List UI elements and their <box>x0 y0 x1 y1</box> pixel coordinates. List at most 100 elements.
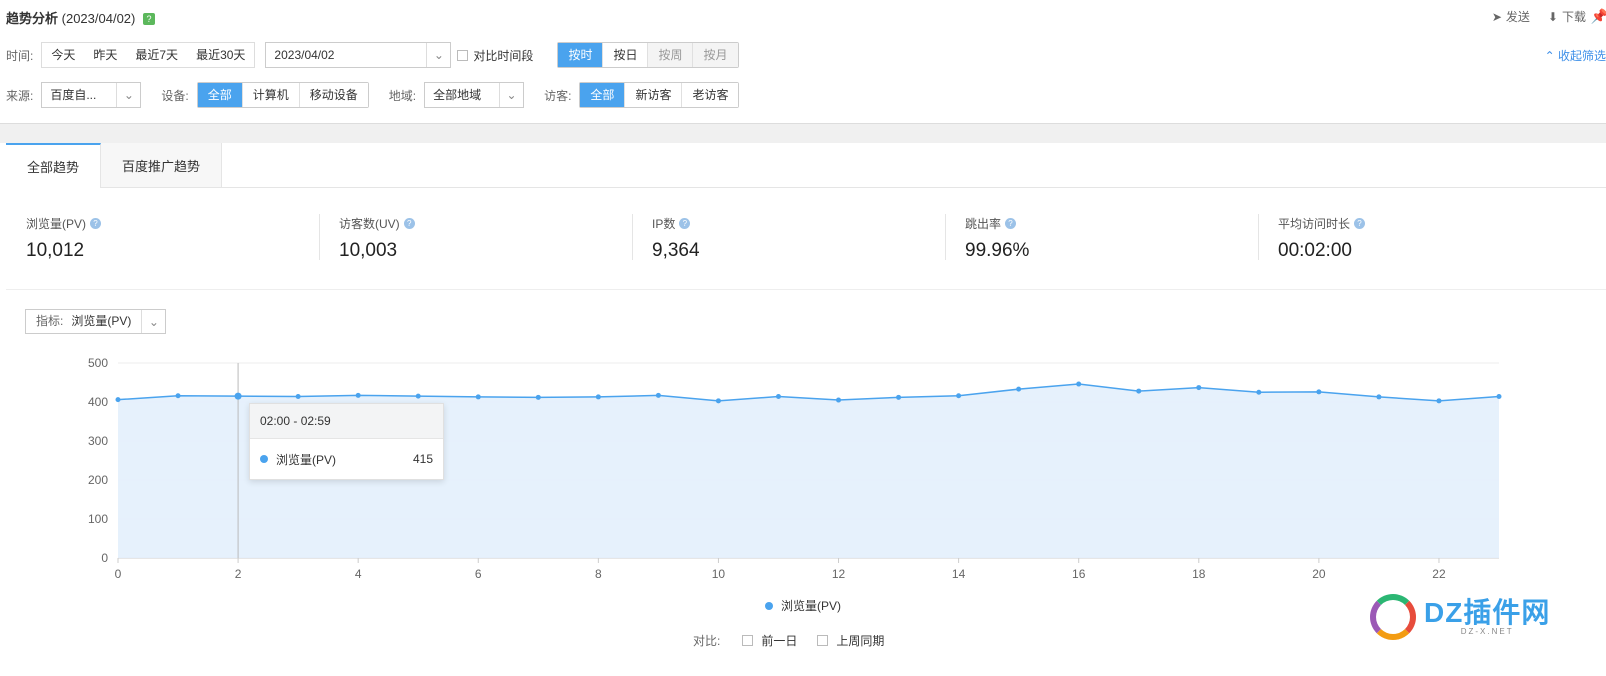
metric-value: 10,012 <box>26 240 85 261</box>
time-option-30days[interactable]: 最近30天 <box>187 43 254 67</box>
metrics-summary: 浏览量(PV)? 10,012 访客数(UV)? 10,003 IP数? 9,3… <box>6 188 1606 290</box>
metric-label: 访客数(UV) <box>339 217 400 231</box>
indicator-value: 浏览量(PV) <box>71 314 132 328</box>
granularity-week[interactable]: 按周 <box>647 43 693 67</box>
help-icon[interactable]: ? <box>679 218 691 229</box>
checkbox-box <box>742 635 754 646</box>
help-icon[interactable]: ? <box>1005 218 1017 229</box>
date-picker[interactable]: 2023/04/02 ⌄ <box>265 42 452 68</box>
trend-chart[interactable]: 0 100 200 300 400 500 0 2 4 6 8 10 12 14 16 18 20 22 <box>0 345 1606 590</box>
granularity-hour[interactable]: 按时 <box>558 43 603 67</box>
tab-all-trend[interactable]: 全部趋势 <box>6 143 101 188</box>
metric-label: 浏览量(PV) <box>26 217 87 231</box>
device-label: 设备: <box>161 88 189 103</box>
data-point <box>655 392 661 398</box>
tab-baidu-promo-trend[interactable]: 百度推广趋势 <box>101 143 222 187</box>
data-point <box>1496 394 1502 400</box>
time-option-yesterday[interactable]: 昨天 <box>84 43 126 67</box>
help-icon[interactable]: ? <box>90 218 102 229</box>
x-tick-label: 4 <box>355 567 362 581</box>
time-filter-row: 时间: 今天 昨天 最近7天 最近30天 2023/04/02 ⌄ 对比时间段 … <box>0 42 739 68</box>
help-icon[interactable]: ? <box>143 13 155 25</box>
data-point <box>715 398 721 404</box>
metric-value: 10,003 <box>339 240 398 261</box>
data-point <box>956 393 962 399</box>
indicator-label: 指标: <box>36 314 64 328</box>
compare-last-week-checkbox[interactable]: 上周同期 <box>817 632 884 649</box>
time-option-7days[interactable]: 最近7天 <box>126 43 187 67</box>
watermark-logo-icon <box>1370 594 1416 640</box>
data-point <box>475 394 481 400</box>
source-label: 来源: <box>6 88 34 103</box>
granularity-day[interactable]: 按日 <box>602 43 648 67</box>
metric-label: IP数 <box>652 217 676 231</box>
y-tick-label: 100 <box>88 512 108 526</box>
device-all[interactable]: 全部 <box>197 83 242 107</box>
data-point <box>1256 389 1262 395</box>
compare-prev-day-label: 前一日 <box>761 634 798 648</box>
page-title-text: 趋势分析 <box>6 11 59 26</box>
data-point <box>355 392 361 398</box>
x-tick-label: 10 <box>712 567 726 581</box>
metric-value: 00:02:00 <box>1278 240 1352 261</box>
metric-value: 9,364 <box>652 240 700 261</box>
time-option-today[interactable]: 今天 <box>42 43 84 67</box>
visitor-label: 访客: <box>544 88 572 103</box>
compare-prev-day-checkbox[interactable]: 前一日 <box>742 632 797 649</box>
tooltip-series-name: 浏览量(PV) <box>276 452 337 467</box>
send-button[interactable]: ➤ 发送 <box>1492 8 1530 25</box>
compare-period-checkbox[interactable]: 对比时间段 <box>457 47 533 64</box>
visitor-returning[interactable]: 老访客 <box>681 83 739 107</box>
data-point <box>234 392 242 400</box>
metric-uv: 访客数(UV)? 10,003 <box>319 188 632 289</box>
data-point <box>1376 394 1382 400</box>
collapse-filter-link[interactable]: ⌃ 收起筛选 <box>1545 47 1606 64</box>
help-icon[interactable]: ? <box>403 218 415 229</box>
tooltip-title: 02:00 - 02:59 <box>250 404 443 439</box>
metric-bounce-rate: 跳出率? 99.96% <box>945 188 1258 289</box>
y-tick-label: 200 <box>88 473 108 487</box>
x-tick-label: 20 <box>1312 567 1326 581</box>
compare-period-label: 对比时间段 <box>473 48 534 63</box>
y-tick-label: 400 <box>88 395 108 409</box>
pin-icon[interactable]: 📌 <box>1591 8 1606 25</box>
visitor-group: 全部 新访客 老访客 <box>579 82 740 108</box>
device-computer[interactable]: 计算机 <box>241 83 299 107</box>
region-select[interactable]: 全部地域 ⌄ <box>424 82 525 108</box>
chart-legend[interactable]: 浏览量(PV) <box>765 597 841 614</box>
chevron-down-icon: ⌄ <box>499 83 523 107</box>
x-tick-label: 6 <box>475 567 482 581</box>
download-button[interactable]: ⬇ 下载 <box>1548 8 1586 25</box>
x-tick-label: 14 <box>952 567 966 581</box>
watermark-text: DZ插件网 <box>1424 596 1551 628</box>
metric-label: 平均访问时长 <box>1278 217 1351 231</box>
x-tick-label: 12 <box>832 567 846 581</box>
collapse-filter-label: 收起筛选 <box>1557 49 1606 63</box>
granularity-group: 按时 按日 按周 按月 <box>557 42 739 68</box>
chevron-up-icon: ⌃ <box>1544 49 1555 63</box>
source-select[interactable]: 百度自... ⌄ <box>41 82 142 108</box>
y-tick-label: 0 <box>101 551 108 565</box>
data-point <box>1316 389 1322 395</box>
device-mobile[interactable]: 移动设备 <box>298 83 368 107</box>
x-tick-label: 0 <box>115 567 122 581</box>
granularity-month[interactable]: 按月 <box>692 43 738 67</box>
indicator-select[interactable]: 指标: 浏览量(PV) ⌄ <box>25 309 167 334</box>
data-point <box>295 394 301 400</box>
indicator-select-text: 指标: 浏览量(PV) <box>26 310 141 333</box>
x-tick-label: 18 <box>1192 567 1206 581</box>
time-quick-options: 今天 昨天 最近7天 最近30天 <box>41 42 256 68</box>
data-point <box>1016 386 1022 392</box>
visitor-new[interactable]: 新访客 <box>624 83 682 107</box>
trend-tabs: 全部趋势 百度推广趋势 <box>6 143 1606 188</box>
data-point <box>1436 398 1442 404</box>
visitor-all[interactable]: 全部 <box>580 83 625 107</box>
chevron-down-icon: ⌄ <box>141 310 165 333</box>
data-point <box>1136 388 1142 394</box>
source-select-value: 百度自... <box>50 88 97 102</box>
data-point <box>595 394 601 400</box>
chevron-down-icon: ⌄ <box>116 83 140 107</box>
data-point <box>175 393 181 399</box>
title-bar: 趋势分析 (2023/04/02) ? ➤ 发送 ⬇ 下载 📌 <box>0 0 1606 34</box>
help-icon[interactable]: ? <box>1354 218 1366 229</box>
